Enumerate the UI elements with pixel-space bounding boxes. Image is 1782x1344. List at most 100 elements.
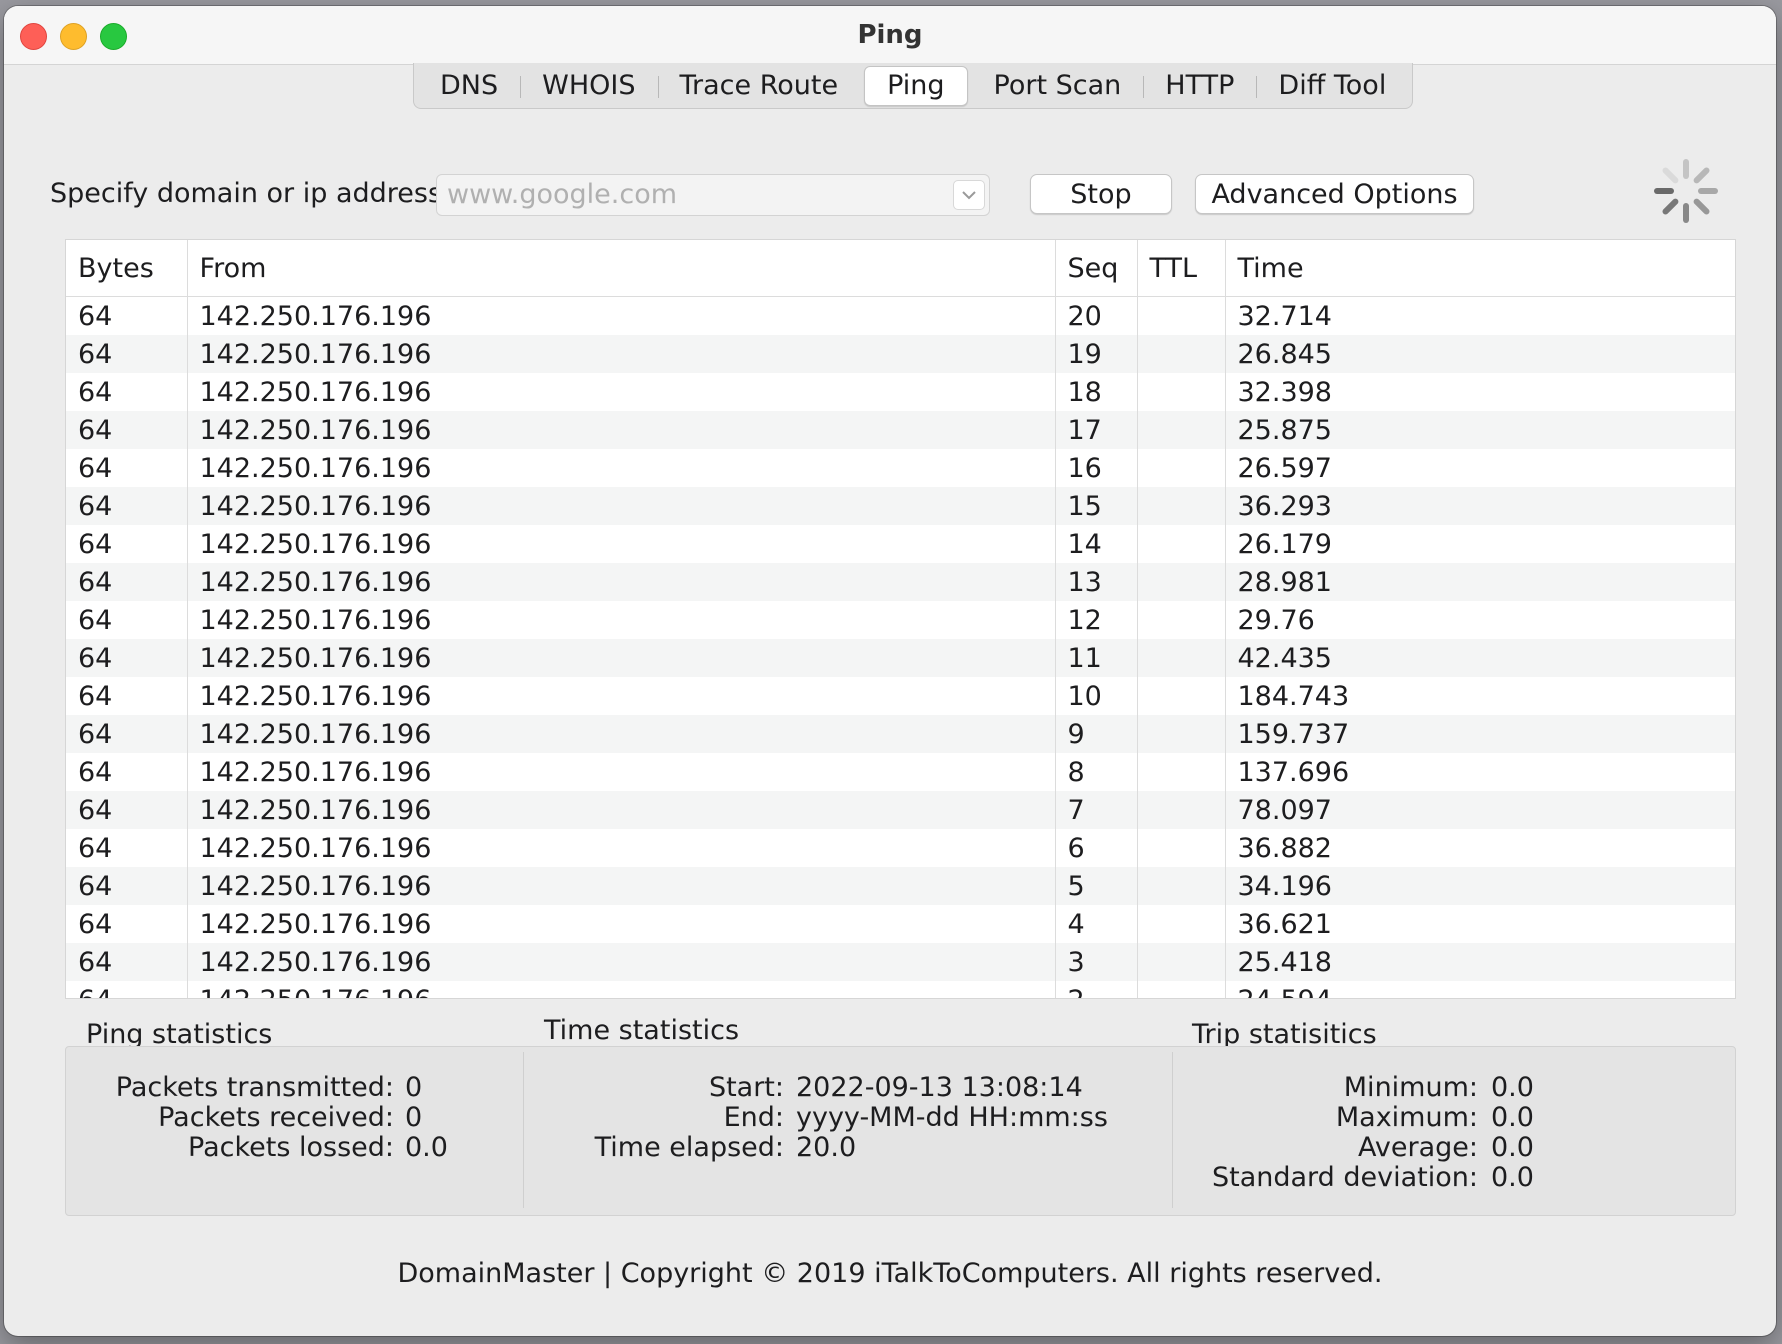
cell-from: 142.250.176.196 (186, 715, 1055, 753)
tab-http[interactable]: HTTP (1143, 67, 1256, 105)
copyright-footer: DomainMaster | Copyright © 2019 iTalkToC… (397, 1258, 1383, 1289)
cell-seq: 13 (1054, 563, 1137, 601)
advanced-options-button[interactable]: Advanced Options (1195, 174, 1474, 214)
cell-seq: 2 (1054, 981, 1137, 998)
cell-bytes: 64 (78, 300, 113, 332)
cell-ttl (1136, 829, 1225, 867)
column-header-seq[interactable]: Seq (1054, 240, 1137, 297)
stat-value: 0.0 (1491, 1132, 1534, 1163)
column-header-from[interactable]: From (186, 240, 1055, 297)
tab-diff-tool[interactable]: Diff Tool (1256, 67, 1408, 105)
cell-time: 25.418 (1224, 943, 1735, 981)
cell-seq: 12 (1054, 601, 1137, 639)
cell-bytes: 64 (78, 604, 113, 636)
cell-from: 142.250.176.196 (186, 867, 1055, 905)
cell-from: 142.250.176.196 (186, 943, 1055, 981)
table-row[interactable]: 64 142.250.176.196 6 36.882 (66, 829, 1735, 867)
table-row[interactable]: 64 142.250.176.196 18 32.398 (66, 373, 1735, 411)
domain-label: Specify domain or ip address: (50, 178, 452, 209)
cell-time: 32.398 (1224, 373, 1735, 411)
cell-ttl (1136, 487, 1225, 525)
table-row[interactable]: 64 142.250.176.196 15 36.293 (66, 487, 1735, 525)
tab-dns[interactable]: DNS (418, 67, 520, 105)
cell-seq: 17 (1054, 411, 1137, 449)
cell-bytes: 64 (66, 335, 187, 373)
cell-seq: 8 (1054, 753, 1137, 791)
cell-time: 26.597 (1224, 449, 1735, 487)
table-row[interactable]: 64142.250.176.1962 24.594 (66, 981, 1735, 999)
table-row[interactable]: 64 142.250.176.196 11 42.435 (66, 639, 1735, 677)
cell-bytes: 64 (66, 981, 187, 999)
table-header-row: Bytes From Seq TTL Time (66, 240, 1735, 297)
table-row[interactable]: 64 142.250.176.196 7 78.097 (66, 791, 1735, 829)
cell-ttl (1136, 981, 1225, 998)
cell-from: 142.250.176.196 (186, 639, 1055, 677)
window-title: Ping (857, 20, 923, 50)
cell-bytes: 64 (78, 908, 113, 940)
cell-bytes: 64 (78, 832, 113, 864)
cell-bytes: 64 (78, 528, 113, 560)
cell-time: 36.293 (1224, 487, 1735, 525)
stat-label: Start: (708, 1072, 784, 1103)
cell-from: 142.250.176.196 (186, 791, 1055, 829)
table-row[interactable]: 64 142.250.176.196 13 28.981 (66, 563, 1735, 601)
cell-from: 142.250.176.196 (186, 753, 1055, 791)
table-row[interactable]: 64 142.250.176.196 10 184.743 (66, 677, 1735, 715)
stat-value: 0.0 (1491, 1072, 1534, 1103)
table-row[interactable]: 64 142.250.176.196 5 34.196 (66, 867, 1735, 905)
stat-label: Time elapsed: (594, 1132, 784, 1163)
domain-combobox[interactable] (436, 174, 990, 216)
cell-seq: 18 (1054, 373, 1137, 411)
column-header-time[interactable]: Time (1224, 240, 1735, 297)
table-row[interactable]: 64 142.250.176.196 4 36.621 (66, 905, 1735, 943)
domain-input[interactable] (437, 175, 937, 213)
stat-label: Packets transmitted: (115, 1072, 394, 1103)
table-row[interactable]: 64 142.250.176.196 8 137.696 (66, 753, 1735, 791)
ping-results-table[interactable]: Bytes From Seq TTL Time 64 142.250.176.19… (65, 239, 1736, 999)
stats-divider (523, 1052, 524, 1208)
cell-ttl (1136, 677, 1225, 715)
cell-seq: 4 (1054, 905, 1137, 943)
table-row[interactable]: 64 142.250.176.196 16 26.597 (66, 449, 1735, 487)
cell-ttl (1136, 791, 1225, 829)
stat-label: Packets lossed: (188, 1132, 394, 1163)
cell-ttl (1136, 867, 1225, 905)
tab-whois[interactable]: WHOIS (520, 67, 657, 105)
table-row[interactable]: 64 142.250.176.196 3 25.418 (66, 943, 1735, 981)
stat-label: Maximum: (1335, 1102, 1478, 1133)
tab-ping[interactable]: Ping (864, 65, 968, 106)
cell-seq: 9 (1054, 715, 1137, 753)
cell-bytes: 64 (66, 639, 187, 677)
table-row[interactable]: 64 142.250.176.196 12 29.76 (66, 601, 1735, 639)
cell-time: 25.875 (1224, 411, 1735, 449)
cell-from: 142.250.176.196 (186, 981, 1055, 998)
tab-trace-route[interactable]: Trace Route (657, 67, 861, 105)
table-row[interactable]: 64 142.250.176.196 9 159.737 (66, 715, 1735, 753)
cell-seq: 14 (1054, 525, 1137, 563)
table-row[interactable]: 64 142.250.176.196 19 26.845 (66, 335, 1735, 373)
cell-seq: 15 (1054, 487, 1137, 525)
title-bar[interactable]: Ping (4, 6, 1776, 65)
cell-bytes: 64 (66, 715, 187, 753)
cell-bytes: 64 (66, 867, 187, 905)
cell-seq: 11 (1054, 639, 1137, 677)
cell-ttl (1136, 525, 1225, 563)
stat-label: End: (723, 1102, 784, 1133)
cell-ttl (1136, 639, 1225, 677)
cell-bytes: 64 (78, 680, 113, 712)
table-row[interactable]: 64 142.250.176.196 17 25.875 (66, 411, 1735, 449)
column-header-bytes[interactable]: Bytes (66, 240, 187, 297)
stat-value: yyyy-MM-dd HH:mm:ss (796, 1102, 1108, 1133)
table-row[interactable]: 64 142.250.176.196 14 26.179 (66, 525, 1735, 563)
stat-label: Average: (1358, 1132, 1478, 1163)
cell-time: 29.76 (1224, 601, 1735, 639)
cell-from: 142.250.176.196 (186, 601, 1055, 639)
tab-port-scan[interactable]: Port Scan (972, 67, 1144, 105)
cell-seq: 10 (1054, 677, 1137, 715)
stop-button[interactable]: Stop (1030, 174, 1172, 214)
chevron-down-icon[interactable] (953, 180, 985, 210)
cell-seq: 6 (1054, 829, 1137, 867)
column-header-ttl[interactable]: TTL (1136, 240, 1225, 297)
cell-time: 36.882 (1224, 829, 1735, 867)
table-row[interactable]: 64 142.250.176.196 20 32.714 (66, 296, 1735, 335)
